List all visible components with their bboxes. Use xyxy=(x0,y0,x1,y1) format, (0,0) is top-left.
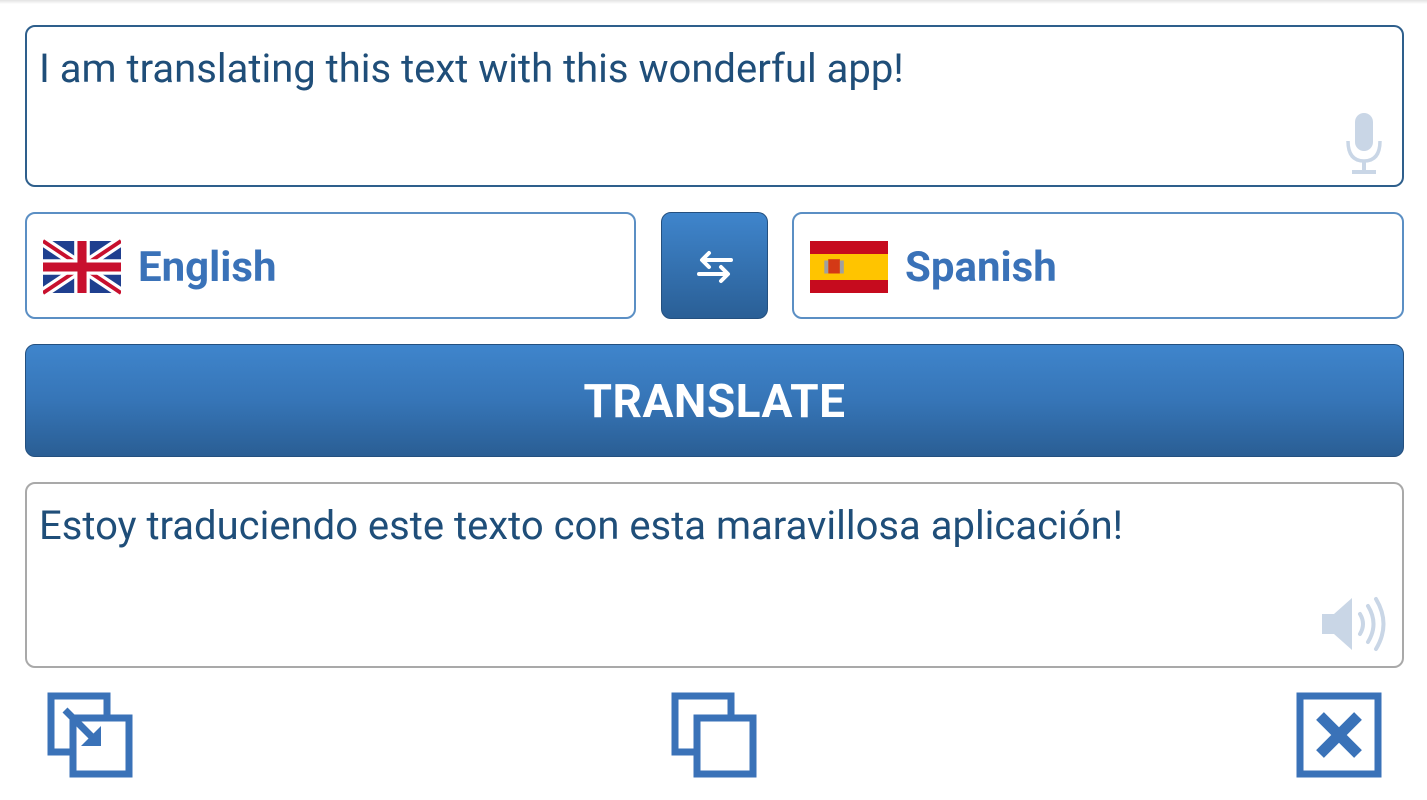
spain-flag-icon xyxy=(810,241,888,293)
target-language-label: Spanish xyxy=(905,243,1057,292)
translate-button[interactable]: TRANSLATE xyxy=(25,344,1404,457)
target-language-selector[interactable]: Spanish xyxy=(792,212,1404,319)
swap-arrows-icon xyxy=(697,251,733,283)
source-language-selector[interactable]: English xyxy=(25,212,636,319)
clear-icon[interactable] xyxy=(1296,692,1382,778)
translated-text: Estoy traduciendo este texto con esta ma… xyxy=(39,502,1123,549)
translated-text-output[interactable]: Estoy traduciendo este texto con esta ma… xyxy=(25,482,1404,668)
source-text-input[interactable]: I am translating this text with this won… xyxy=(25,25,1404,187)
source-language-label: English xyxy=(138,243,277,292)
speaker-icon[interactable] xyxy=(1318,594,1392,654)
microphone-icon[interactable] xyxy=(1344,111,1384,177)
uk-flag-icon xyxy=(43,239,121,295)
translate-button-label: TRANSLATE xyxy=(583,375,846,429)
swap-languages-button[interactable] xyxy=(661,212,768,319)
status-divider xyxy=(0,0,1427,4)
paste-icon[interactable] xyxy=(47,692,133,778)
copy-icon[interactable] xyxy=(671,692,757,778)
source-text: I am translating this text with this won… xyxy=(39,45,904,92)
